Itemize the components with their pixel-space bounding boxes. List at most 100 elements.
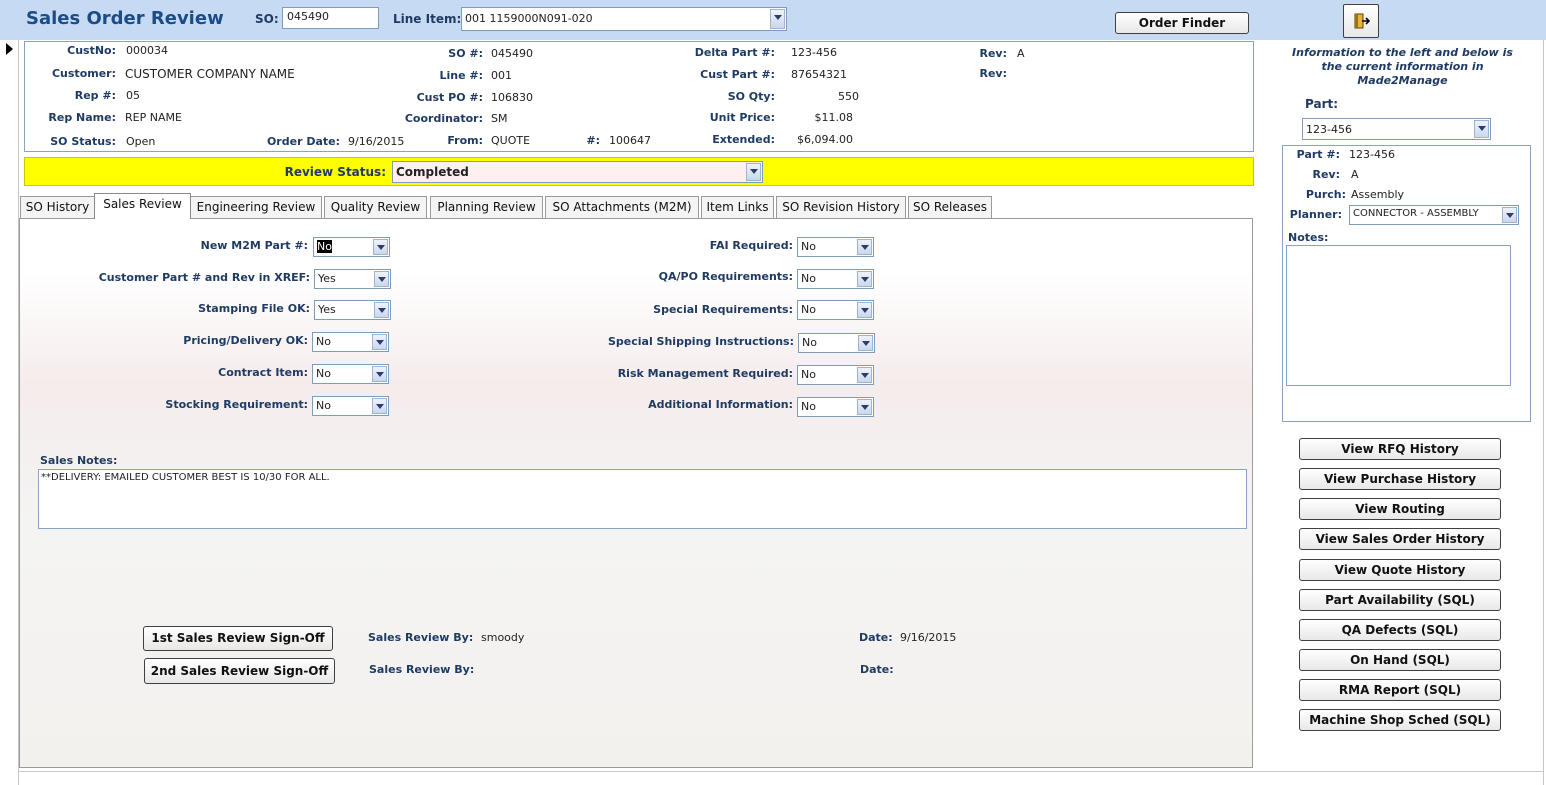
sales-review-by-label: Sales Review By: <box>368 631 474 644</box>
order-finder-button[interactable]: Order Finder <box>1115 12 1249 34</box>
sales-notes-field[interactable]: **DELIVERY: EMAILED CUSTOMER BEST IS 10/… <box>38 469 1247 529</box>
fai-required-select[interactable]: No <box>797 237 874 257</box>
chevron-down-icon[interactable] <box>374 271 389 287</box>
coordinator-label: Coordinator: <box>404 112 483 125</box>
pricing-delivery-value: No <box>316 335 331 348</box>
stamping-file-select[interactable]: Yes <box>314 300 391 320</box>
part-label: Part: <box>1305 97 1339 111</box>
risk-management-select[interactable]: No <box>797 365 874 385</box>
fai-required-value: No <box>801 240 816 253</box>
quote-num-value: 100647 <box>609 134 651 147</box>
purch-label: Purch: <box>1305 188 1346 201</box>
customer-value: CUSTOMER COMPANY NAME <box>125 67 295 81</box>
title-bar: Sales Order Review SO: 045490 Line Item:… <box>0 0 1546 40</box>
chevron-down-icon[interactable] <box>1502 207 1517 223</box>
qa-defects-button[interactable]: QA Defects (SQL) <box>1299 619 1501 641</box>
qa-po-select[interactable]: No <box>797 269 874 289</box>
view-purchase-history-button[interactable]: View Purchase History <box>1299 468 1501 490</box>
stocking-requirement-select[interactable]: No <box>312 396 389 416</box>
chevron-down-icon[interactable] <box>857 302 872 318</box>
tab-so-revision-history[interactable]: SO Revision History <box>776 196 906 218</box>
xref-select[interactable]: Yes <box>314 269 391 289</box>
rep-label: Rep #: <box>74 89 116 102</box>
contract-item-select[interactable]: No <box>312 364 389 384</box>
so-label: SO: <box>255 12 279 26</box>
planner-value: CONNECTOR - ASSEMBLY <box>1353 208 1479 219</box>
tab-so-history[interactable]: SO History <box>20 196 95 218</box>
so-status-label: SO Status: <box>50 135 116 148</box>
rma-report-button[interactable]: RMA Report (SQL) <box>1299 679 1501 701</box>
view-routing-button[interactable]: View Routing <box>1299 498 1501 520</box>
tab-engineering-review[interactable]: Engineering Review <box>190 196 322 218</box>
chevron-down-icon[interactable] <box>770 9 785 29</box>
rep-name-value: REP NAME <box>125 111 182 124</box>
unit-price-label: Unit Price: <box>709 111 775 124</box>
pricing-delivery-select[interactable]: No <box>312 332 389 352</box>
record-selector-arrow-icon <box>6 43 13 55</box>
chevron-down-icon[interactable] <box>373 239 388 255</box>
review-status-select[interactable]: Completed <box>392 161 763 183</box>
review-status-value: Completed <box>396 165 469 179</box>
risk-management-value: No <box>801 368 816 381</box>
tab-so-attachments[interactable]: SO Attachments (M2M) <box>545 196 699 218</box>
view-rfq-history-button[interactable]: View RFQ History <box>1299 438 1501 460</box>
special-requirements-select[interactable]: No <box>797 300 874 320</box>
line-num-value: 001 <box>491 69 512 82</box>
new-m2m-part-select[interactable]: No <box>313 237 390 257</box>
special-shipping-value: No <box>802 336 817 349</box>
rev-label: Rev: <box>979 47 1008 60</box>
stocking-requirement-label: Stocking Requirement: <box>165 398 308 411</box>
sales-notes-label: Sales Notes: <box>40 454 118 467</box>
on-hand-button[interactable]: On Hand (SQL) <box>1299 649 1501 671</box>
tab-item-links[interactable]: Item Links <box>701 196 774 218</box>
chevron-down-icon[interactable] <box>372 334 387 350</box>
record-selector[interactable] <box>0 40 19 785</box>
machine-shop-sched-button[interactable]: Machine Shop Sched (SQL) <box>1299 709 1501 731</box>
exit-button[interactable] <box>1343 4 1379 38</box>
chevron-down-icon[interactable] <box>857 399 872 415</box>
chevron-down-icon[interactable] <box>858 335 873 351</box>
contract-item-label: Contract Item: <box>218 366 308 379</box>
chevron-down-icon[interactable] <box>372 398 387 414</box>
divider <box>19 771 1544 772</box>
line-item-select[interactable]: 001 1159000N091-020 <box>461 7 787 31</box>
qa-po-label: QA/PO Requirements: <box>658 270 793 283</box>
view-quote-history-button[interactable]: View Quote History <box>1299 559 1501 581</box>
part-num-value: 123-456 <box>1349 148 1395 161</box>
new-m2m-part-value: No <box>317 240 332 253</box>
part-rev-value: A <box>1351 168 1359 181</box>
new-m2m-part-label: New M2M Part #: <box>200 239 308 252</box>
tab-planning-review[interactable]: Planning Review <box>430 196 543 218</box>
chevron-down-icon[interactable] <box>1474 120 1489 138</box>
divider <box>1543 40 1544 785</box>
chevron-down-icon[interactable] <box>374 302 389 318</box>
additional-information-select[interactable]: No <box>797 397 874 417</box>
tab-so-releases[interactable]: SO Releases <box>908 196 992 218</box>
so-input[interactable]: 045490 <box>282 7 379 29</box>
tab-quality-review[interactable]: Quality Review <box>324 196 427 218</box>
xref-label: Customer Part # and Rev in XREF: <box>98 271 310 284</box>
special-requirements-value: No <box>801 303 816 316</box>
pricing-delivery-label: Pricing/Delivery OK: <box>183 334 308 347</box>
chevron-down-icon[interactable] <box>857 271 872 287</box>
chevron-down-icon[interactable] <box>857 239 872 255</box>
customer-label: Customer: <box>51 67 116 80</box>
chevron-down-icon[interactable] <box>746 163 761 181</box>
so-status-value: Open <box>126 135 156 148</box>
delta-part-value: 123-456 <box>791 46 837 59</box>
chevron-down-icon[interactable] <box>857 367 872 383</box>
special-shipping-select[interactable]: No <box>798 333 875 353</box>
part-availability-button[interactable]: Part Availability (SQL) <box>1299 589 1501 611</box>
first-sign-off-button[interactable]: 1st Sales Review Sign-Off <box>143 626 333 651</box>
contract-item-value: No <box>316 367 331 380</box>
second-sign-off-button[interactable]: 2nd Sales Review Sign-Off <box>144 658 335 684</box>
part-notes-field[interactable] <box>1286 245 1511 386</box>
unit-price-value: $11.08 <box>814 111 854 124</box>
stocking-requirement-value: No <box>316 399 331 412</box>
part-select[interactable]: 123-456 <box>1302 118 1491 140</box>
tab-sales-review[interactable]: Sales Review <box>94 193 191 219</box>
view-sales-order-history-button[interactable]: View Sales Order History <box>1299 528 1501 550</box>
chevron-down-icon[interactable] <box>372 366 387 382</box>
planner-label: Planner: <box>1289 208 1342 221</box>
planner-select[interactable]: CONNECTOR - ASSEMBLY <box>1349 205 1519 225</box>
